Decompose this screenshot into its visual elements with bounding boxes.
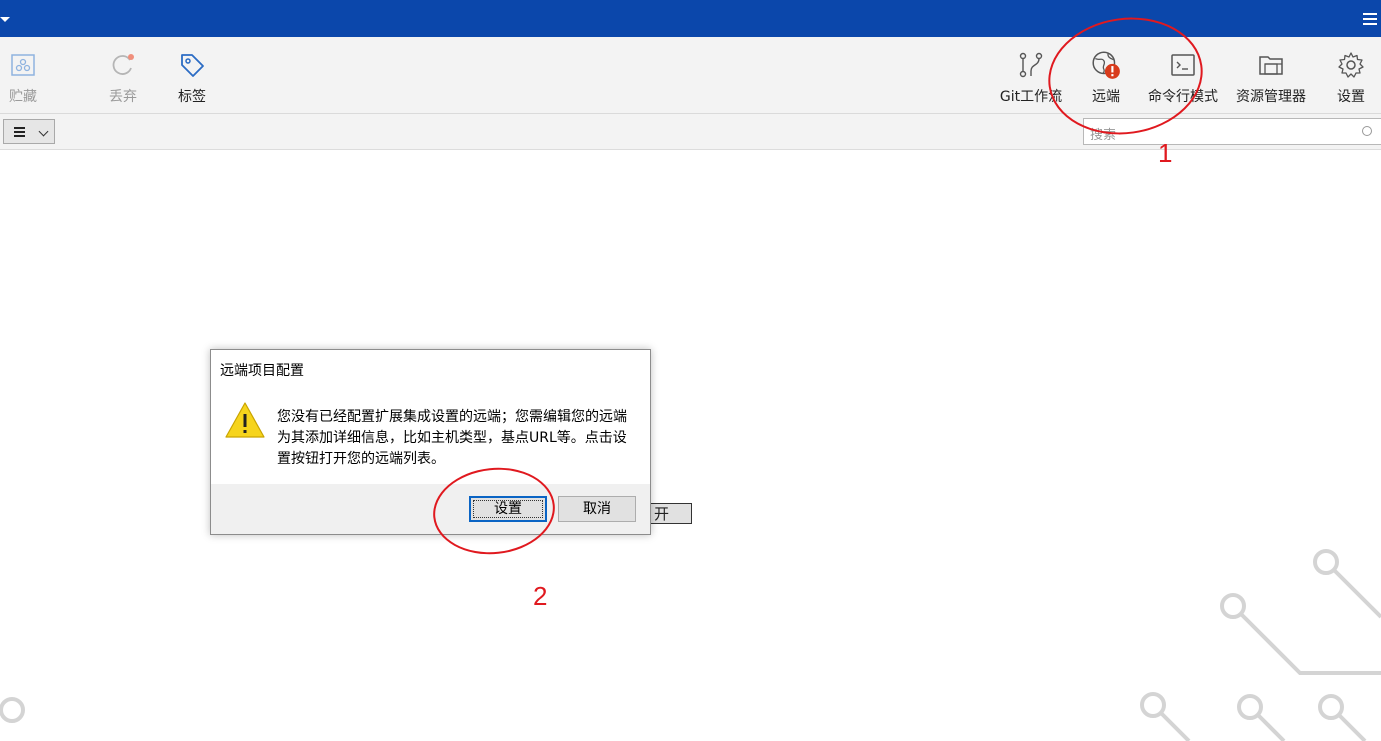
annotation-label-2: 2 [533,581,548,611]
dialog-footer: 设置 取消 [211,484,650,534]
remote-config-dialog: 远端项目配置 您没有已经配置扩展集成设置的远端；您需编辑您的远端为其添加详细信息… [210,349,651,535]
open-button-label: 开 [653,505,669,523]
cancel-button-label: 取消 [583,501,611,517]
dialog-message: 您没有已经配置扩展集成设置的远端；您需编辑您的远端为其添加详细信息，比如主机类型… [277,409,627,467]
annotation-label-1: 1 [1158,138,1173,168]
warning-icon [225,402,265,438]
cancel-button[interactable]: 取消 [558,496,636,522]
dialog-title: 远端项目配置 [220,363,304,379]
